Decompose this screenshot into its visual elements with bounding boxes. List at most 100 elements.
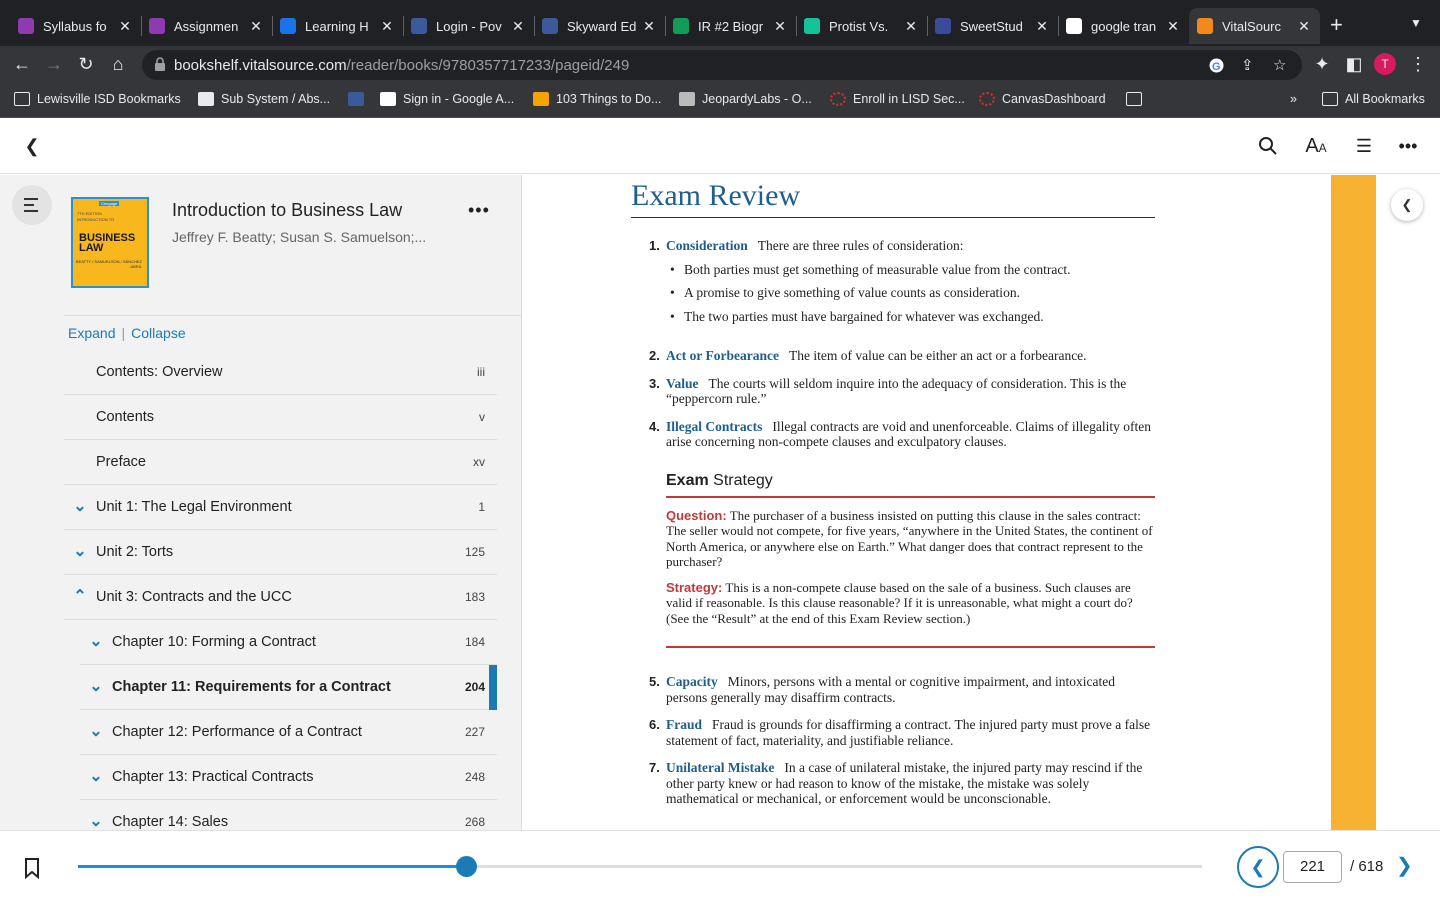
tab-close-icon[interactable]: ✕ <box>1034 18 1050 35</box>
bookmark-label: JeopardyLabs - O... <box>702 92 812 106</box>
chevron-down-icon[interactable]: ⌄ <box>80 634 112 650</box>
next-page-button[interactable]: ❯ <box>1396 853 1413 878</box>
toc-entry[interactable]: ⌄ Unit 1: The Legal Environment 1 <box>64 485 497 530</box>
question-text: The purchaser of a business insisted on … <box>666 507 1153 570</box>
item-number: 2. <box>649 348 660 363</box>
tab-close-icon[interactable]: ✕ <box>510 18 526 35</box>
tab-close-icon[interactable]: ✕ <box>1296 18 1312 35</box>
book-more-icon[interactable]: ••• <box>468 200 490 221</box>
back-chevron-icon[interactable]: ❮ <box>20 134 44 158</box>
reload-icon[interactable]: ↻ <box>74 52 98 76</box>
chevron-down-icon[interactable]: ⌄ <box>64 499 96 515</box>
share-icon[interactable]: ⇪ <box>1241 56 1254 74</box>
bookmark-item[interactable]: Enroll in LISD Sec... <box>830 92 965 106</box>
tab-title: SweetStud <box>960 18 1023 34</box>
bookmark-item[interactable]: Sign in - Google A... <box>380 92 514 106</box>
tab-search-chevron-icon[interactable]: ▼ <box>1410 16 1422 30</box>
profile-avatar[interactable]: T <box>1374 53 1396 75</box>
toc-entry-page: 1 <box>478 500 485 514</box>
extensions-icon[interactable]: ✦ <box>1310 52 1334 76</box>
strategy-heading-rest: Strategy <box>713 471 773 489</box>
page-number-input[interactable]: 221 <box>1283 851 1342 883</box>
collapse-panel-chevron-icon[interactable]: ❮ <box>1391 189 1423 221</box>
tab-close-icon[interactable]: ✕ <box>641 18 657 35</box>
book-cover[interactable]: Cengage 7TH EDITION INTRODUCTION TO BUSI… <box>71 197 149 288</box>
new-tab-button[interactable]: + <box>1330 12 1343 38</box>
chevron-down-icon[interactable]: ⌄ <box>64 544 96 560</box>
toc-toggle-button[interactable] <box>12 185 52 225</box>
star-bookmark-icon[interactable]: ☆ <box>1273 56 1286 74</box>
home-icon[interactable]: ⌂ <box>106 52 130 76</box>
side-panel-icon[interactable]: ◧ <box>1342 52 1366 76</box>
bookmark-item[interactable] <box>1126 92 1149 106</box>
browser-tab[interactable]: Skyward Ed ✕ <box>534 8 665 44</box>
chevron-up-icon[interactable]: ⌃ <box>64 589 96 605</box>
toc-entry[interactable]: Preface xv <box>64 440 497 485</box>
chevron-down-icon[interactable]: ⌄ <box>80 814 112 830</box>
menu-lines-icon <box>24 198 38 212</box>
browser-tab[interactable]: Protist Vs. ✕ <box>796 8 927 44</box>
url-text[interactable]: bookshelf.vitalsource.com/reader/books/9… <box>174 57 629 74</box>
notes-icon[interactable]: ☰ <box>1352 134 1376 158</box>
bookmark-item[interactable]: JeopardyLabs - O... <box>679 92 812 106</box>
item-number: 7. <box>649 760 660 775</box>
browser-tab[interactable]: IR #2 Biogr ✕ <box>665 8 796 44</box>
expand-link[interactable]: Expand <box>68 325 115 341</box>
toc-entry[interactable]: ⌄ Chapter 13: Practical Contracts 248 <box>80 755 497 800</box>
more-options-icon[interactable]: ••• <box>1396 134 1420 158</box>
toc-entry[interactable]: Contents v <box>64 395 497 440</box>
tab-close-icon[interactable]: ✕ <box>117 18 133 35</box>
toc-entry[interactable]: Contents: Overview iii <box>64 350 497 395</box>
toc-entry-page: 184 <box>464 635 485 649</box>
browser-tab[interactable]: Learning H ✕ <box>272 8 403 44</box>
bookmark-icon <box>979 92 995 106</box>
tab-close-icon[interactable]: ✕ <box>379 18 395 35</box>
chevron-down-icon[interactable]: ⌄ <box>80 769 112 785</box>
toc-entry-label: Preface <box>96 454 146 470</box>
collapse-link[interactable]: Collapse <box>131 325 185 341</box>
toc-entry-label: Unit 3: Contracts and the UCC <box>96 589 292 605</box>
browser-tab[interactable]: google tran ✕ <box>1058 8 1189 44</box>
font-size-icon[interactable]: AA <box>1304 134 1328 158</box>
bookmark-item[interactable] <box>348 92 371 106</box>
review-item: 4. Illegal Contracts Illegal contracts are… <box>631 419 1155 450</box>
tab-close-icon[interactable]: ✕ <box>1165 18 1181 35</box>
forward-arrow-icon[interactable]: → <box>42 52 66 76</box>
bookmark-item[interactable]: CanvasDashboard <box>979 92 1106 106</box>
tab-title: IR #2 Biogr <box>698 18 764 34</box>
toc-entry-label: Chapter 10: Forming a Contract <box>112 634 316 650</box>
chevron-down-icon[interactable]: ⌄ <box>80 679 112 695</box>
browser-menu-icon[interactable]: ⋮ <box>1406 52 1430 76</box>
page-slider[interactable] <box>78 865 1202 868</box>
tab-close-icon[interactable]: ✕ <box>772 18 788 35</box>
toc-entry[interactable]: ⌄ Chapter 10: Forming a Contract 184 <box>80 620 497 665</box>
browser-tab[interactable]: Assignmen ✕ <box>141 8 272 44</box>
all-bookmarks[interactable]: All Bookmarks <box>1322 92 1425 106</box>
google-lens-icon[interactable]: G <box>1208 57 1225 74</box>
address-bar[interactable]: bookshelf.vitalsource.com/reader/books/9… <box>142 50 1302 80</box>
bookmark-icon[interactable] <box>22 857 42 879</box>
tab-title: Assignmen <box>174 18 239 34</box>
toc-entry[interactable]: ⌄ Chapter 11: Requirements for a Contract… <box>80 665 497 710</box>
bookmark-item[interactable]: 103 Things to Do... <box>533 92 661 106</box>
toc-entry[interactable]: ⌄ Unit 2: Torts 125 <box>64 530 497 575</box>
browser-tab[interactable]: SweetStud ✕ <box>927 8 1058 44</box>
toc-entry[interactable]: ⌄ Chapter 14: Sales 268 <box>80 800 497 831</box>
search-icon[interactable] <box>1256 134 1280 158</box>
bookmark-item[interactable]: Sub System / Abs... <box>198 92 330 106</box>
previous-page-button[interactable]: ❮ <box>1237 846 1279 888</box>
expand-collapse-row: Expand | Collapse <box>68 325 186 341</box>
tab-close-icon[interactable]: ✕ <box>248 18 264 35</box>
toc-entry[interactable]: ⌄ Chapter 12: Performance of a Contract 22… <box>80 710 497 755</box>
browser-tab[interactable]: Syllabus fo ✕ <box>10 8 141 44</box>
browser-tab[interactable]: VitalSourc ✕ <box>1189 8 1320 44</box>
bookmark-item[interactable]: Lewisville ISD Bookmarks <box>14 92 181 106</box>
slider-thumb[interactable] <box>455 856 477 877</box>
bookmarks-overflow[interactable]: » <box>1290 92 1297 106</box>
toc-entry[interactable]: ⌃ Unit 3: Contracts and the UCC 183 <box>64 575 497 620</box>
bookmark-icon <box>198 92 214 106</box>
chevron-down-icon[interactable]: ⌄ <box>80 724 112 740</box>
back-arrow-icon[interactable]: ← <box>10 52 34 76</box>
browser-tab[interactable]: Login - Pov ✕ <box>403 8 534 44</box>
tab-close-icon[interactable]: ✕ <box>903 18 919 35</box>
